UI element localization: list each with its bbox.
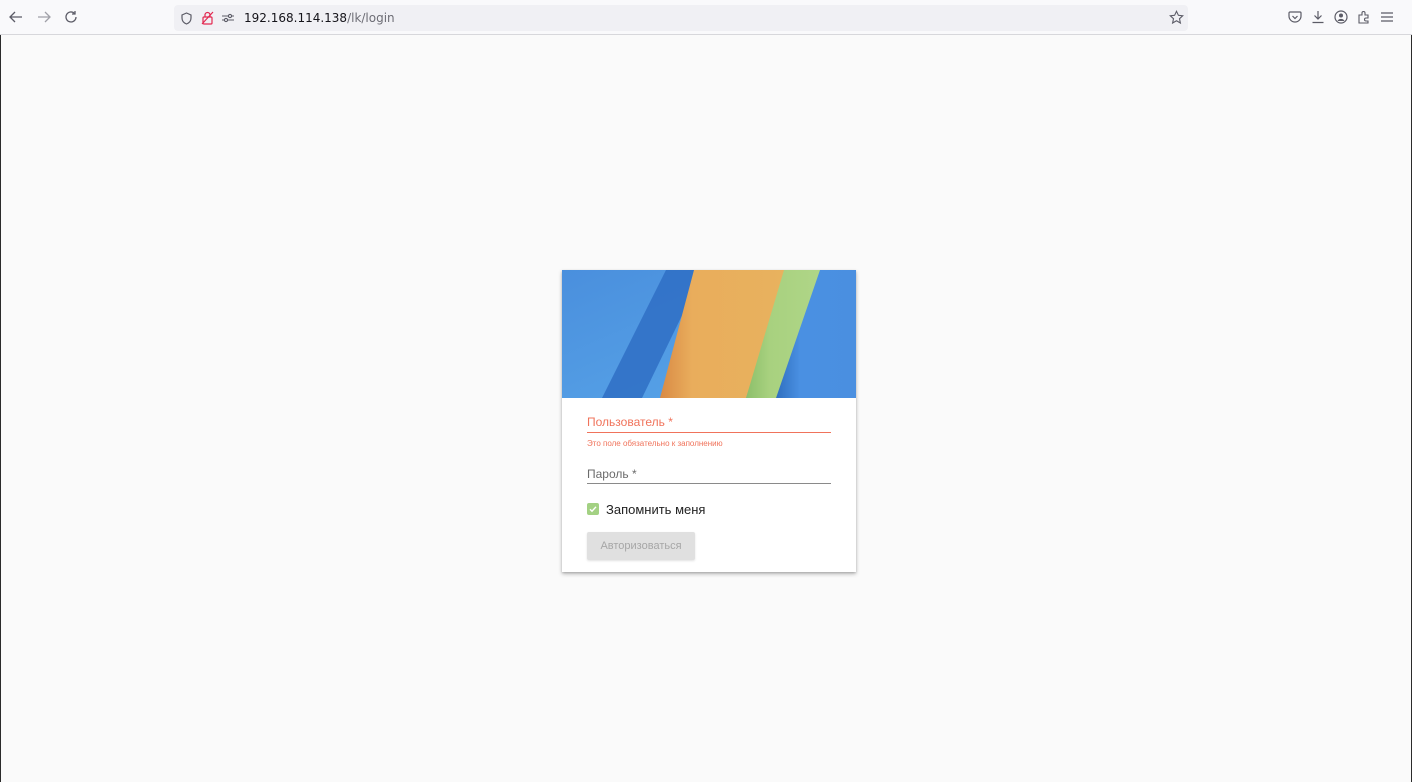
back-arrow-icon[interactable]: [4, 6, 28, 28]
browser-toolbar: 192.168.114.138/lk/login: [0, 0, 1412, 35]
reload-icon[interactable]: [59, 6, 83, 28]
bookmark-star-icon[interactable]: [1168, 9, 1184, 25]
permissions-icon[interactable]: [220, 10, 236, 26]
url-host: 192.168.114.138: [244, 11, 348, 25]
username-error-text: Это поле обязательно к заполнению: [587, 439, 723, 448]
insecure-lock-icon[interactable]: [199, 10, 215, 26]
shield-icon[interactable]: [178, 10, 194, 26]
username-underline: [587, 432, 831, 433]
url-path: /lk/login: [347, 11, 395, 25]
username-input[interactable]: [587, 410, 831, 432]
pocket-icon[interactable]: [1284, 6, 1306, 28]
remember-me-label[interactable]: Запомнить меня: [606, 502, 705, 517]
forward-arrow-icon[interactable]: [32, 6, 56, 28]
login-card: Пользователь * Это поле обязательно к за…: [562, 270, 856, 572]
remember-me-checkbox[interactable]: [587, 503, 599, 515]
login-banner-image: [562, 270, 856, 398]
downloads-icon[interactable]: [1307, 6, 1329, 28]
window-border-left: [0, 35, 1, 782]
url-bar[interactable]: 192.168.114.138/lk/login: [174, 5, 1188, 31]
password-underline: [587, 483, 831, 484]
extensions-icon[interactable]: [1353, 6, 1375, 28]
checkmark-icon: [589, 506, 597, 513]
account-icon[interactable]: [1330, 6, 1352, 28]
menu-icon[interactable]: [1376, 6, 1398, 28]
url-text[interactable]: 192.168.114.138/lk/login: [244, 11, 395, 25]
password-input[interactable]: [587, 462, 831, 483]
login-submit-button[interactable]: Авторизоваться: [587, 532, 695, 560]
